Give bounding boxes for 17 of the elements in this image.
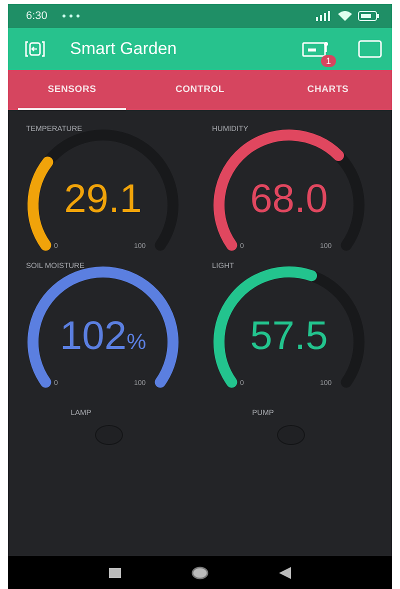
wifi-icon: [338, 11, 352, 21]
recents-icon[interactable]: [109, 568, 121, 578]
battery-icon: [358, 11, 380, 21]
back-icon[interactable]: [279, 566, 291, 578]
gauge-value: 68.0: [249, 177, 329, 221]
gauge-value: 102%: [58, 314, 148, 360]
home-icon[interactable]: [191, 566, 209, 580]
more-dots-icon: [61, 13, 82, 19]
gauge-value: 57.5: [249, 314, 329, 358]
notification-badge: 1: [320, 55, 336, 67]
tab[interactable]: CHARTS: [274, 70, 382, 110]
device-icon[interactable]: [302, 40, 330, 58]
gauge-value: 29.1: [63, 177, 143, 221]
signal-icon: [316, 11, 332, 21]
status-time: 6:30: [26, 10, 48, 22]
tab[interactable]: CONTROL: [146, 70, 254, 110]
app-title: Smart Garden: [70, 39, 177, 59]
